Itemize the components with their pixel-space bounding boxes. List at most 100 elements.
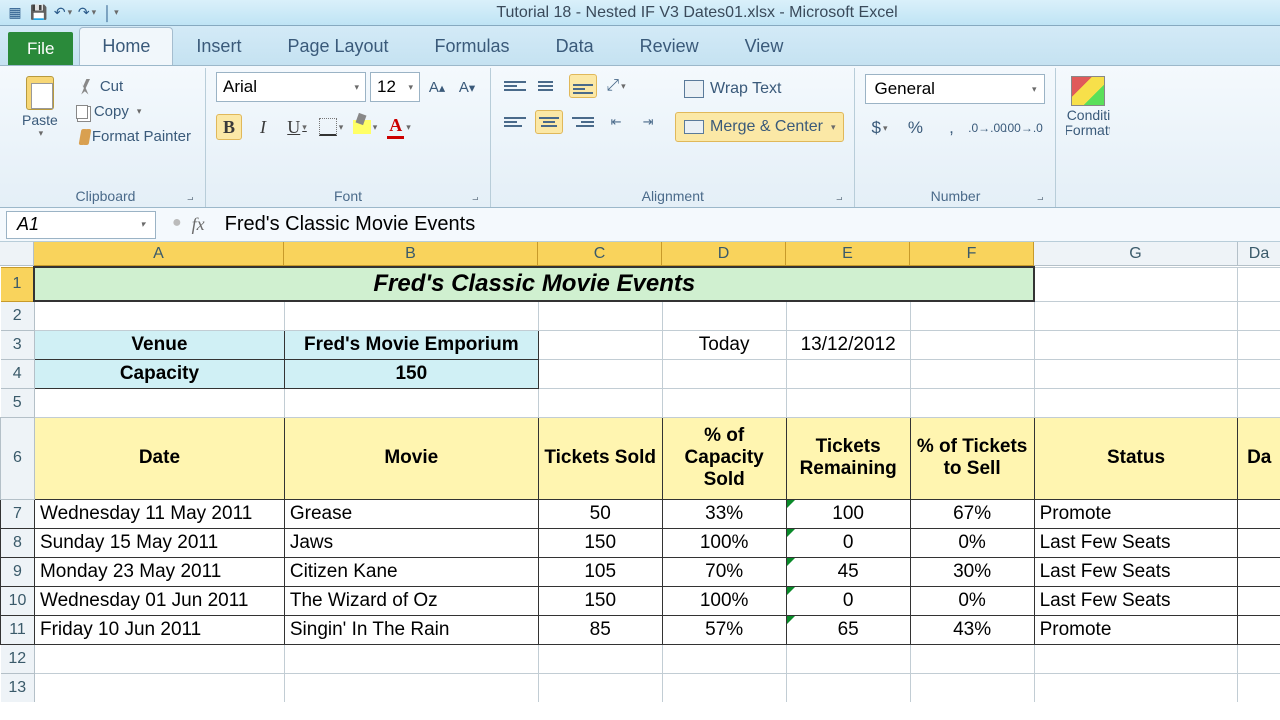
row-11[interactable]: 11 <box>1 615 35 644</box>
align-middle-button[interactable] <box>535 74 563 98</box>
col-B[interactable]: B <box>284 242 538 266</box>
font-name-select[interactable]: Arial▾ <box>216 72 366 102</box>
align-left-button[interactable] <box>501 110 529 134</box>
name-box[interactable]: A1▾ <box>6 211 156 239</box>
cell-today-value[interactable]: 13/12/2012 <box>786 330 910 359</box>
cancel-icon[interactable]: ● <box>172 214 182 235</box>
row-1[interactable]: 1 <box>1 267 35 301</box>
undo-icon[interactable]: ↶▾ <box>54 4 72 22</box>
font-color-icon: A <box>387 115 404 139</box>
hdr-movie[interactable]: Movie <box>284 417 538 499</box>
increase-decimal-button[interactable]: .0→.00 <box>973 114 1001 142</box>
save-icon[interactable]: 💾 <box>30 4 48 22</box>
group-number: General▾ $▾ % , .0→.00 .00→.0 Number <box>855 68 1056 207</box>
orientation-button[interactable]: ⤢▾ <box>603 74 629 98</box>
row-13[interactable]: 13 <box>1 673 35 702</box>
cell-capacity-label[interactable]: Capacity <box>34 359 284 388</box>
row-2[interactable]: 2 <box>1 301 35 330</box>
tab-review[interactable]: Review <box>617 27 722 65</box>
format-painter-button[interactable]: Format Painter <box>72 126 195 147</box>
wrap-text-button[interactable]: Wrap Text <box>675 74 844 104</box>
row-5[interactable]: 5 <box>1 388 35 417</box>
group-label-number: Number <box>865 186 1045 205</box>
col-F[interactable]: F <box>910 242 1034 266</box>
group-alignment: ⤢▾ ⇤ ⇥ Wrap Text Merge & Center▾ Alignme… <box>491 68 855 207</box>
group-label-clipboard: Clipboard <box>16 186 195 205</box>
group-font: Arial▾ 12▾ A▴ A▾ B I U▾ ▾ ▾ A▾ Font <box>206 68 491 207</box>
row-6[interactable]: 6 <box>1 417 35 499</box>
hdr-days[interactable]: Da <box>1238 417 1280 499</box>
cell-G1[interactable] <box>1034 267 1238 301</box>
decrease-indent-button[interactable]: ⇤ <box>603 110 629 134</box>
tab-data[interactable]: Data <box>533 27 617 65</box>
col-C[interactable]: C <box>538 242 662 266</box>
tab-home[interactable]: Home <box>79 27 173 65</box>
col-D[interactable]: D <box>662 242 786 266</box>
conditional-formatting-button[interactable]: ConditiFormatt <box>1066 72 1110 143</box>
align-top-button[interactable] <box>501 74 529 98</box>
group-styles: ConditiFormatt <box>1056 68 1110 207</box>
cell-venue-value[interactable]: Fred's Movie Emporium <box>284 330 538 359</box>
row-8[interactable]: 8 <box>1 528 35 557</box>
row-12[interactable]: 12 <box>1 644 35 673</box>
grow-font-button[interactable]: A▴ <box>424 74 450 100</box>
tab-file[interactable]: File <box>8 32 73 65</box>
cell-today-label[interactable]: Today <box>662 330 786 359</box>
italic-button[interactable]: I <box>250 114 276 140</box>
bucket-icon <box>353 120 371 134</box>
decrease-decimal-button[interactable]: .00→.0 <box>1009 114 1037 142</box>
hdr-pct-cap[interactable]: % of Capacity Sold <box>662 417 786 499</box>
currency-button[interactable]: $▾ <box>865 114 893 142</box>
fx-icon[interactable]: fx <box>192 214 205 235</box>
formula-bar: A1▾ ● fx Fred's Classic Movie Events <box>0 208 1280 242</box>
cell-H1[interactable] <box>1238 267 1280 301</box>
align-right-button[interactable] <box>569 110 597 134</box>
comma-button[interactable]: , <box>937 114 965 142</box>
bold-button[interactable]: B <box>216 114 242 140</box>
row-4[interactable]: 4 <box>1 359 35 388</box>
hdr-date[interactable]: Date <box>34 417 284 499</box>
tab-page-layout[interactable]: Page Layout <box>264 27 411 65</box>
copy-button[interactable]: Copy▾ <box>72 101 195 122</box>
shrink-font-button[interactable]: A▾ <box>454 74 480 100</box>
row-10[interactable]: 10 <box>1 586 35 615</box>
cell-venue-label[interactable]: Venue <box>34 330 284 359</box>
cond-format-icon <box>1071 76 1105 106</box>
spreadsheet-grid[interactable]: A B C D E F G Da ✚ 1 Fred's Classic Movi… <box>0 242 1280 702</box>
percent-button[interactable]: % <box>901 114 929 142</box>
wrap-icon <box>684 80 704 98</box>
align-center-button[interactable] <box>535 110 563 134</box>
redo-icon[interactable]: ↷▾ <box>78 4 96 22</box>
hdr-status[interactable]: Status <box>1034 417 1238 499</box>
cell-capacity-value[interactable]: 150 <box>284 359 538 388</box>
border-button[interactable]: ▾ <box>318 114 344 140</box>
chevron-down-icon: ▾ <box>39 128 44 139</box>
row-7[interactable]: 7 <box>1 499 35 528</box>
increase-indent-button[interactable]: ⇥ <box>635 110 661 134</box>
qat-customize-icon[interactable]: │▾ <box>102 4 120 22</box>
col-A[interactable]: A <box>34 242 284 266</box>
row-9[interactable]: 9 <box>1 557 35 586</box>
select-all-corner[interactable] <box>0 242 34 266</box>
hdr-remain[interactable]: Tickets Remaining <box>786 417 910 499</box>
align-bottom-button[interactable] <box>569 74 597 98</box>
number-format-select[interactable]: General▾ <box>865 74 1045 104</box>
col-H[interactable]: Da <box>1238 242 1280 266</box>
fill-color-button[interactable]: ▾ <box>352 114 378 140</box>
formula-input[interactable]: Fred's Classic Movie Events <box>215 213 1280 236</box>
font-size-select[interactable]: 12▾ <box>370 72 420 102</box>
col-G[interactable]: G <box>1034 242 1238 266</box>
underline-button[interactable]: U▾ <box>284 114 310 140</box>
hdr-pct-sell[interactable]: % of Tickets to Sell <box>910 417 1034 499</box>
hdr-sold[interactable]: Tickets Sold <box>538 417 662 499</box>
cell-title[interactable]: Fred's Classic Movie Events <box>34 267 1034 301</box>
paste-button[interactable]: Paste ▾ <box>16 72 64 143</box>
cut-button[interactable]: Cut <box>72 76 195 97</box>
tab-insert[interactable]: Insert <box>173 27 264 65</box>
row-3[interactable]: 3 <box>1 330 35 359</box>
tab-view[interactable]: View <box>722 27 807 65</box>
tab-formulas[interactable]: Formulas <box>412 27 533 65</box>
col-E[interactable]: E <box>786 242 910 266</box>
merge-center-button[interactable]: Merge & Center▾ <box>675 112 844 142</box>
font-color-button[interactable]: A▾ <box>386 114 412 140</box>
